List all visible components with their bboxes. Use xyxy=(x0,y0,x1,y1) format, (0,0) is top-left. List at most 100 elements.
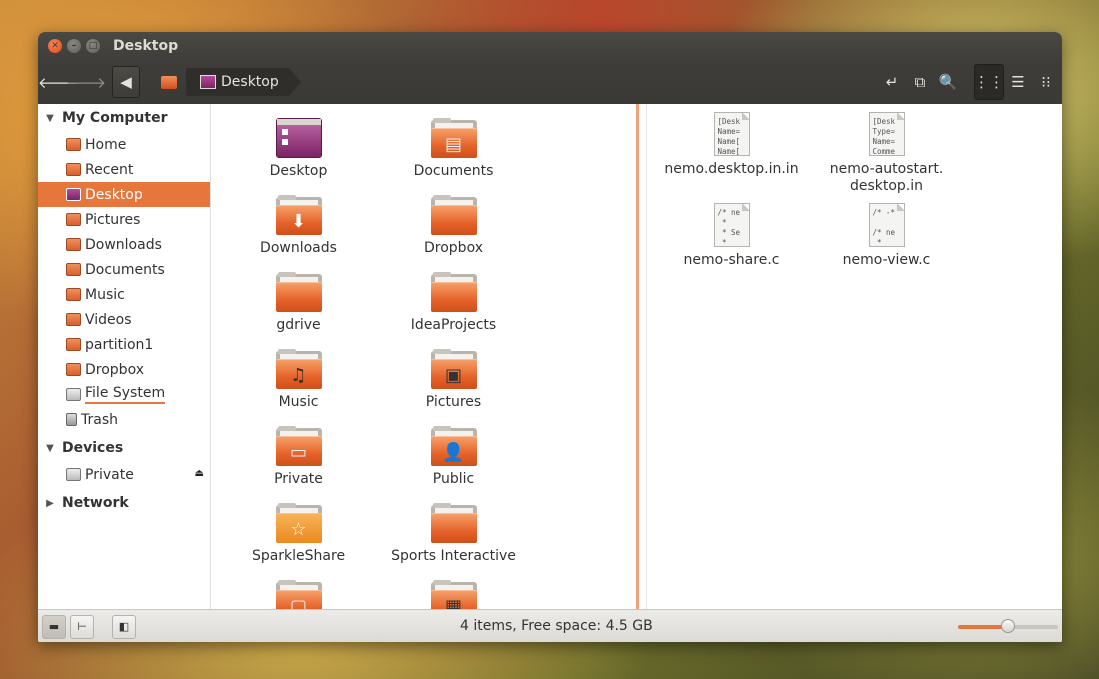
videos-folder-icon: ▦ xyxy=(430,580,477,609)
show-tree-button[interactable]: ⊢ xyxy=(70,614,94,639)
eject-icon[interactable]: ⏏ xyxy=(195,468,204,479)
left-file-pane: Desktop ▤ Documents ⬇ Downloads Dropbox … xyxy=(216,104,639,609)
sidebar-item-music[interactable]: Music xyxy=(38,282,210,307)
sidebar-item-dropbox[interactable]: Dropbox xyxy=(38,357,210,382)
sidebar-item-pictures[interactable]: Pictures xyxy=(38,207,210,232)
file-item[interactable]: Desktop xyxy=(221,118,376,190)
music-folder-icon: ♫ xyxy=(275,349,322,389)
file-item[interactable]: [Desk Name= Name[ Name[ nemo.desktop.in.… xyxy=(654,112,809,195)
templates-folder-icon: ▢ xyxy=(275,580,322,609)
home-folder-icon[interactable] xyxy=(152,68,186,96)
sidebar-item-videos[interactable]: Videos xyxy=(38,307,210,332)
zoom-slider[interactable] xyxy=(958,619,1058,633)
file-item[interactable]: ▣ Pictures xyxy=(376,349,531,421)
split-view-icon[interactable]: ⧉ xyxy=(906,68,934,96)
maximize-button[interactable]: □ xyxy=(86,39,100,53)
path-toggle-icon[interactable]: ◀ xyxy=(112,66,140,98)
toolbar-right: ↵ ⧉ 🔍 ⋮⋮ ☰ ⁝⁝ xyxy=(878,60,1062,104)
forward-arrow-icon[interactable]: 🡒 xyxy=(66,68,106,96)
downloads-folder-icon xyxy=(66,238,81,251)
text-file-icon: [Desk Name= Name[ Name[ xyxy=(713,112,750,156)
right-file-pane: [Desk Name= Name[ Name[ nemo.desktop.in.… xyxy=(646,104,1062,609)
downloads-folder-icon: ⬇ xyxy=(275,195,322,235)
desktop-icon xyxy=(200,75,216,89)
sidebar-section-devices[interactable]: ▼ Devices xyxy=(38,434,210,462)
zoom-slider-knob[interactable] xyxy=(1001,619,1015,633)
hide-sidebar-button[interactable]: ◧ xyxy=(112,614,136,639)
drive-icon xyxy=(66,388,81,401)
documents-folder-icon xyxy=(66,263,81,276)
c-source-file-icon: /* ne * * Se * xyxy=(713,203,750,247)
file-item[interactable]: /* ne * * Se * nemo-share.c xyxy=(654,203,809,283)
open-terminal-icon[interactable]: ↵ xyxy=(878,68,906,96)
file-item[interactable]: Sports Interactive xyxy=(376,503,531,575)
file-item[interactable]: ▦ xyxy=(376,580,531,609)
file-label: nemo-view.c xyxy=(842,252,931,268)
sidebar: ▼ My Computer Home Recent Desktop Pictur… xyxy=(38,104,211,609)
text-file-icon: [Desk Type= Name= Comme xyxy=(868,112,905,156)
file-item[interactable]: ⬇ Downloads xyxy=(221,195,376,267)
file-label: nemo.desktop.in.in xyxy=(664,161,799,177)
drive-folder-icon: ▭ xyxy=(275,426,322,466)
documents-folder-icon: ▤ xyxy=(430,118,477,158)
collapse-arrow-icon: ▶ xyxy=(46,497,54,509)
file-item[interactable]: ▭ Private xyxy=(221,426,376,498)
titlebar: ✕ – □ Desktop xyxy=(38,32,1062,60)
file-item[interactable]: [Desk Type= Name= Comme nemo-autostart. d… xyxy=(809,112,964,195)
folder-icon xyxy=(66,338,81,351)
show-places-button[interactable]: ▬ xyxy=(42,614,66,639)
drive-icon xyxy=(66,468,81,481)
folder-icon xyxy=(66,363,81,376)
sidebar-item-desktop[interactable]: Desktop xyxy=(38,182,210,207)
pictures-folder-icon: ▣ xyxy=(430,349,477,389)
videos-folder-icon xyxy=(66,313,81,326)
search-icon[interactable]: 🔍 xyxy=(934,68,962,96)
file-item[interactable]: ♫ Music xyxy=(221,349,376,421)
statusbar: ▬ ⊢ ◧ 4 items, Free space: 4.5 GB xyxy=(38,609,1062,642)
file-item[interactable]: IdeaProjects xyxy=(376,272,531,344)
file-item[interactable]: ☆ SparkleShare xyxy=(221,503,376,575)
sidebar-item-trash[interactable]: Trash xyxy=(38,407,210,432)
expand-arrow-icon: ▼ xyxy=(46,442,54,454)
list-view-icon[interactable]: ☰ xyxy=(1004,68,1032,96)
file-item[interactable]: 👤 Public xyxy=(376,426,531,498)
sidebar-item-home[interactable]: Home xyxy=(38,132,210,157)
sidebar-item-downloads[interactable]: Downloads xyxy=(38,232,210,257)
file-item[interactable]: Dropbox xyxy=(376,195,531,267)
home-folder-icon xyxy=(66,138,81,151)
file-item[interactable]: /* -* /* ne * nemo-view.c xyxy=(809,203,964,283)
desktop-icon xyxy=(275,118,322,158)
file-manager-window: ✕ – □ Desktop 🡐 🡒 ◀ Desktop ↵ ⧉ 🔍 ⋮⋮ ☰ ⁝… xyxy=(38,32,1062,642)
sidebar-item-private[interactable]: Private ⏏ xyxy=(38,462,210,487)
music-folder-icon xyxy=(66,288,81,301)
folder-icon xyxy=(430,195,477,235)
breadcrumb-current: Desktop xyxy=(221,74,279,90)
sidebar-item-file-system[interactable]: File System xyxy=(38,382,210,407)
public-folder-icon: 👤 xyxy=(430,426,477,466)
sidebar-item-documents[interactable]: Documents xyxy=(38,257,210,282)
compact-view-icon[interactable]: ⁝⁝ xyxy=(1032,68,1060,96)
close-button[interactable]: ✕ xyxy=(48,39,62,53)
breadcrumb[interactable]: Desktop xyxy=(186,68,301,96)
file-item[interactable]: gdrive xyxy=(221,272,376,344)
trash-icon xyxy=(66,413,77,426)
status-text: 4 items, Free space: 4.5 GB xyxy=(460,618,653,634)
sidebar-item-recent[interactable]: Recent xyxy=(38,157,210,182)
file-label: nemo-autostart. desktop.in xyxy=(829,161,944,194)
toolbar: 🡐 🡒 ◀ Desktop ↵ ⧉ 🔍 ⋮⋮ ☰ ⁝⁝ xyxy=(38,60,1062,104)
file-item[interactable]: ▢ xyxy=(221,580,376,609)
c-source-file-icon: /* -* /* ne * xyxy=(868,203,905,247)
recent-icon xyxy=(66,163,81,176)
file-item[interactable]: ▤ Documents xyxy=(376,118,531,190)
folder-icon xyxy=(430,272,477,312)
pictures-folder-icon xyxy=(66,213,81,226)
folder-icon xyxy=(275,272,322,312)
sidebar-item-partition1[interactable]: partition1 xyxy=(38,332,210,357)
expand-arrow-icon: ▼ xyxy=(46,112,54,124)
window-title: Desktop xyxy=(113,38,179,54)
folder-icon xyxy=(430,503,477,543)
sidebar-section-network[interactable]: ▶ Network xyxy=(38,489,210,517)
sidebar-section-my-computer[interactable]: ▼ My Computer xyxy=(38,104,210,132)
icon-view-icon[interactable]: ⋮⋮ xyxy=(974,64,1004,100)
minimize-button[interactable]: – xyxy=(67,39,81,53)
